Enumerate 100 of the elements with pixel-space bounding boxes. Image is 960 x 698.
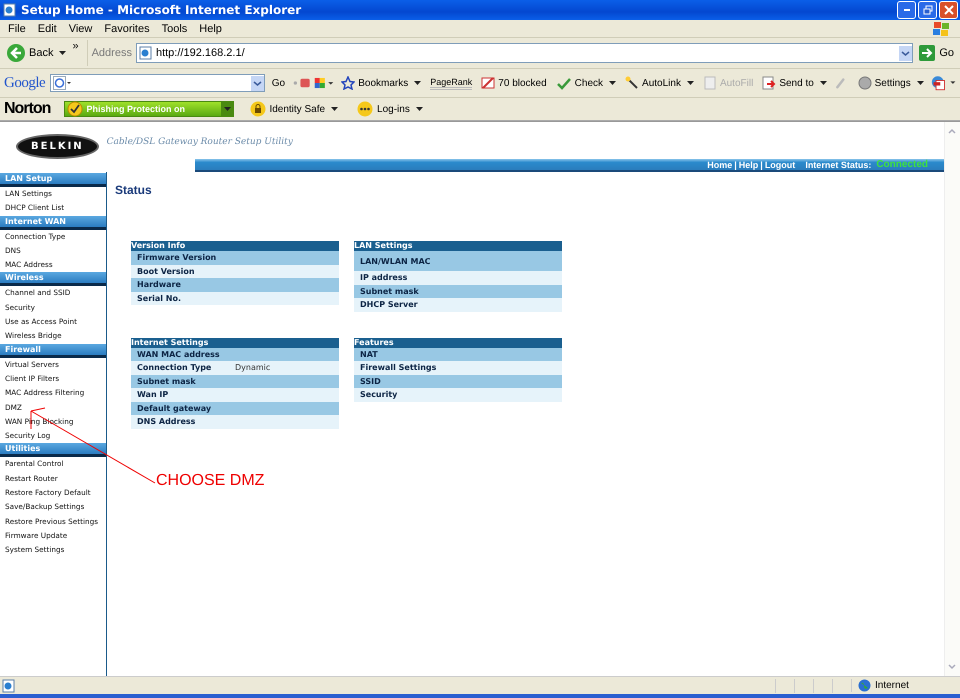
search-field[interactable] (50, 74, 265, 92)
dots-icon (356, 101, 374, 117)
field-label: NAT (360, 350, 379, 359)
blocked-popup-icon (481, 76, 496, 90)
page-title: Status (115, 183, 153, 197)
checkmark-icon (67, 101, 84, 117)
menu-item[interactable]: Favorites (98, 22, 156, 34)
norton-logo: Norton (4, 100, 50, 118)
form-icon (702, 76, 717, 90)
page-icon (138, 46, 153, 60)
toolbar-button[interactable]: Check (554, 76, 618, 90)
sidebar-section-header: LAN Setup (0, 173, 106, 187)
pdf-icon[interactable] (930, 74, 956, 92)
dropdown-icon[interactable] (250, 76, 264, 90)
toolbar-button[interactable]: AutoLink (623, 76, 696, 90)
window-title: Setup Home - Microsoft Internet Explorer (21, 3, 302, 17)
menu-item[interactable]: Tools (156, 22, 194, 34)
toolbar-button[interactable]: PageRank (428, 76, 474, 90)
panel-title: Version Info (131, 241, 339, 251)
menu-item[interactable]: View (62, 22, 98, 34)
header-link[interactable]: Home (707, 160, 732, 170)
menu-item[interactable]: Edit (32, 22, 63, 34)
wand-icon (625, 76, 640, 90)
page-icon (2, 678, 16, 692)
status-label: Internet Status: (805, 160, 872, 170)
field-label: Connection Type (137, 363, 212, 372)
header-link[interactable]: Help (738, 160, 758, 170)
address-field[interactable]: http://192.168.2.1/ (136, 43, 914, 63)
norton-menu-button[interactable]: Identity Safe (248, 101, 340, 117)
field-value: Dynamic (235, 363, 270, 372)
lock-icon (250, 101, 266, 117)
header-link[interactable]: Logout (764, 160, 796, 170)
star-icon (341, 76, 356, 90)
address-label: Address (92, 47, 132, 59)
google-logo: Google (4, 74, 46, 92)
field-label: Firmware Version (137, 253, 218, 262)
minimize-icon (904, 9, 910, 11)
toolbar-button[interactable]: Bookmarks (339, 76, 424, 90)
caret-icon (916, 81, 924, 85)
settings-icon (858, 76, 872, 90)
caret-icon (331, 107, 338, 111)
panel-title: Internet Settings (131, 338, 339, 348)
field-label: Default gateway (137, 404, 212, 413)
arrow-icon (919, 45, 936, 61)
sidebar-section-header: Internet WAN (0, 216, 106, 230)
dropdown-icon[interactable] (899, 46, 912, 60)
field-label: DHCP Server (360, 300, 419, 310)
restore-button[interactable] (918, 1, 937, 19)
toolbar-icons[interactable] (292, 75, 334, 91)
page-icon (3, 3, 17, 17)
close-button[interactable] (939, 1, 958, 19)
status-value: Connected (876, 159, 928, 170)
field-label: LAN/WLAN MAC (360, 256, 432, 266)
caret-icon (59, 51, 66, 55)
caret-icon (416, 107, 423, 111)
field-label: SSID (360, 376, 382, 386)
go-button[interactable]: Go (917, 45, 956, 61)
caret-icon (224, 107, 231, 111)
field-label: Wan IP (137, 390, 170, 400)
windows-logo-icon (932, 20, 952, 36)
norton-menu-button[interactable]: Log-ins (354, 101, 425, 117)
field-label: Serial No. (137, 294, 182, 303)
search-engine-icon (53, 76, 72, 90)
field-label: Security (360, 390, 398, 400)
annotation-text: CHOOSE DMZ (156, 472, 264, 490)
field-label: Subnet mask (137, 376, 197, 386)
panel-title: LAN Settings (354, 241, 562, 251)
field-label: Subnet mask (360, 286, 420, 296)
field-label: Firewall Settings (360, 363, 438, 372)
link-separator: | (734, 160, 737, 170)
sidebar-section-header: Utilities (0, 443, 106, 458)
menu-item[interactable]: File (2, 22, 32, 34)
sidebar-section-header: Firewall (0, 344, 106, 358)
settings-button[interactable]: Settings (856, 76, 926, 90)
toolbar-chevron[interactable]: » (72, 40, 88, 66)
search-go-button[interactable]: Go (270, 78, 288, 88)
send-icon (762, 76, 776, 90)
back-button[interactable]: Back (4, 43, 68, 63)
panel-title: Features (354, 338, 562, 348)
field-label: WAN MAC address (137, 350, 221, 359)
field-label: Hardware (137, 280, 182, 290)
caret-icon (609, 81, 616, 85)
field-label: IP address (360, 273, 408, 282)
toolbar-button[interactable]: 70 blocked (479, 76, 549, 90)
menu-item[interactable]: Help (193, 22, 228, 34)
checkmark-icon (556, 76, 572, 90)
restore-icon (922, 5, 932, 15)
close-icon (944, 5, 954, 15)
field-label: Boot Version (137, 266, 196, 276)
globe-icon (858, 679, 871, 692)
belkin-logo: BELKIN (16, 134, 99, 159)
caret-icon (414, 81, 422, 85)
toolbar-button[interactable]: Send to (760, 76, 829, 90)
field-label: DNS Address (137, 417, 196, 426)
caret-icon (686, 81, 694, 85)
utility-title: Cable/DSL Gateway Router Setup Utility (106, 136, 293, 146)
link-separator: | (760, 160, 763, 170)
security-zone: Internet (875, 680, 909, 691)
caret-icon (820, 81, 827, 85)
minimize-button[interactable] (897, 1, 916, 19)
